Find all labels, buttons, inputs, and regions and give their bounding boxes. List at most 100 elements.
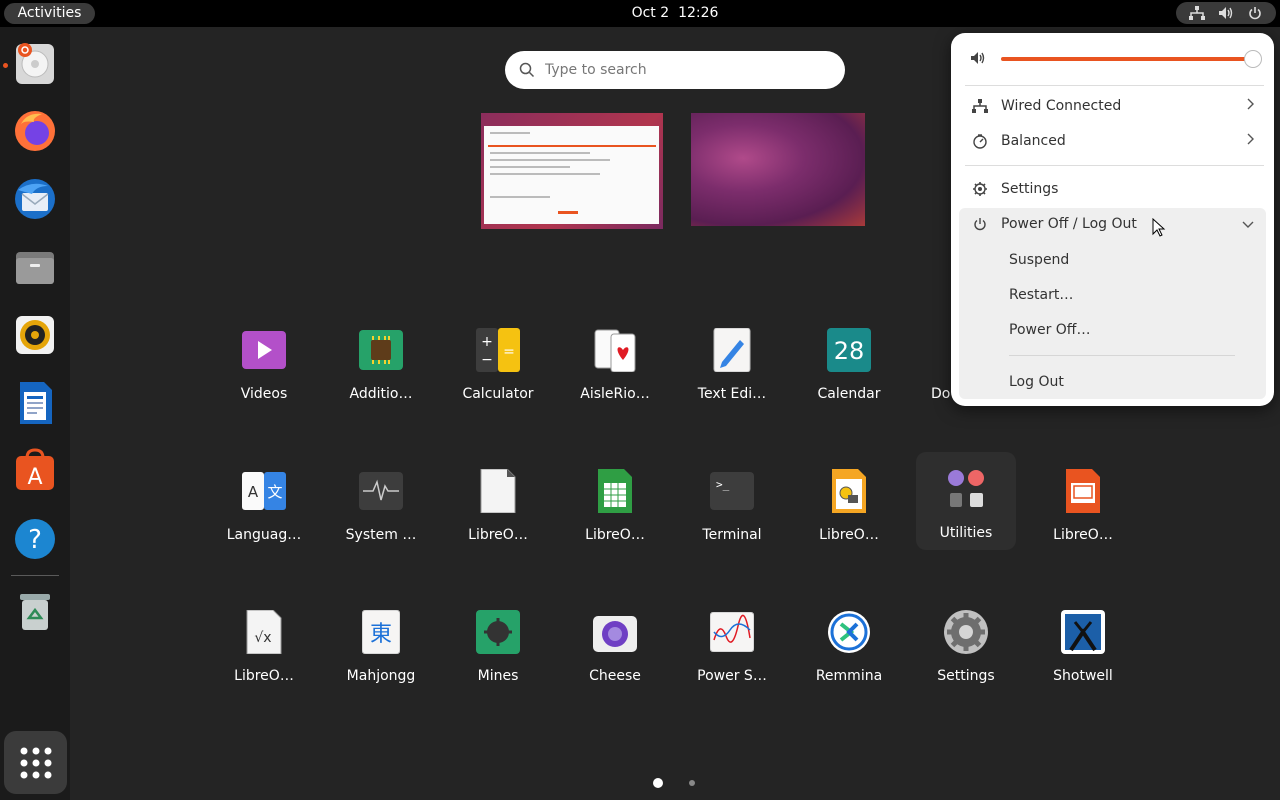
svg-text:=: = <box>503 344 515 360</box>
dock-trash[interactable] <box>9 585 61 637</box>
gear-icon <box>969 181 991 197</box>
app-label: Videos <box>240 386 288 402</box>
page-dot-2[interactable] <box>689 780 695 786</box>
app-videos[interactable]: Videos <box>214 316 314 412</box>
app-document-viewer[interactable]: Do <box>916 316 950 412</box>
divider <box>965 85 1264 86</box>
draw-icon <box>826 468 872 514</box>
shotwell-icon <box>1060 609 1106 655</box>
search-icon <box>519 62 535 78</box>
app-shotwell[interactable]: Shotwell <box>1033 598 1133 694</box>
app-remmina[interactable]: Remmina <box>799 598 899 694</box>
app-additional-drivers[interactable]: Additio… <box>331 316 431 412</box>
volume-icon <box>970 50 986 69</box>
power-statistics-icon <box>709 609 755 655</box>
running-indicator <box>3 63 8 68</box>
settings-item[interactable]: Settings <box>959 173 1266 205</box>
app-label: AisleRio… <box>580 386 650 402</box>
mouse-cursor-icon <box>1152 217 1166 242</box>
page-dot-1[interactable] <box>653 778 663 788</box>
app-language-support[interactable]: A文 Languag… <box>214 457 314 553</box>
app-label: System … <box>345 527 417 543</box>
rhythmbox-icon <box>16 316 54 354</box>
dock-ubuntu-software[interactable]: A <box>9 445 61 497</box>
workspace-thumbnail-1[interactable] <box>481 113 663 229</box>
app-label: Mines <box>477 668 519 684</box>
wired-connected-item[interactable]: Wired Connected <box>959 90 1266 122</box>
show-applications-button[interactable] <box>4 731 67 794</box>
app-calculator[interactable]: + − = Calculator <box>448 316 548 412</box>
restart-item[interactable]: Restart… <box>1009 280 1073 310</box>
calendar-icon: 28 <box>826 327 872 373</box>
settings-label: Settings <box>1001 181 1059 197</box>
thunderbird-icon <box>15 179 55 219</box>
app-text-editor[interactable]: Text Edi… <box>682 316 782 412</box>
search-input[interactable] <box>545 62 815 78</box>
volume-slider-handle[interactable] <box>1244 50 1262 68</box>
svg-text:文: 文 <box>267 483 282 501</box>
power-off-log-out-item[interactable]: Power Off / Log Out <box>959 208 1266 240</box>
power-mode-item[interactable]: Balanced <box>959 125 1266 157</box>
app-libreoffice-math[interactable]: √x LibreO… <box>214 598 314 694</box>
app-calendar[interactable]: 28 Calendar <box>799 316 899 412</box>
dock-libreoffice-writer[interactable] <box>9 377 61 429</box>
folder-utilities[interactable]: Utilities <box>916 452 1016 550</box>
app-libreoffice[interactable]: LibreO… <box>448 457 548 553</box>
dock-rhythmbox[interactable] <box>9 309 61 361</box>
app-mahjongg[interactable]: 東 Mahjongg <box>331 598 431 694</box>
app-terminal[interactable]: >_ Terminal <box>682 457 782 553</box>
app-label: Additio… <box>349 386 413 402</box>
cheese-icon <box>592 609 638 655</box>
writer-icon <box>20 382 52 424</box>
network-icon <box>1188 4 1206 22</box>
terminal-icon: >_ <box>709 468 755 514</box>
dock-ubuntu-installer[interactable] <box>9 37 61 89</box>
dock-firefox[interactable] <box>9 105 61 157</box>
clock[interactable]: Oct 2 12:26 <box>0 0 1280 26</box>
app-label: Terminal <box>702 527 762 543</box>
power-submenu: Power Off / Log Out Suspend Restart… Pow… <box>959 208 1266 399</box>
dock-separator <box>11 575 59 576</box>
trash-icon <box>20 594 50 630</box>
dock-files[interactable] <box>9 241 61 293</box>
power-off-log-out-label: Power Off / Log Out <box>1001 216 1137 232</box>
app-label: Do <box>931 386 950 402</box>
mahjongg-icon: 東 <box>358 609 404 655</box>
app-libreoffice-impress[interactable]: LibreO… <box>1033 457 1133 553</box>
app-label: LibreO… <box>819 527 879 543</box>
volume-slider[interactable] <box>1001 57 1253 61</box>
chip-icon <box>358 327 404 373</box>
calendar-day: 28 <box>834 337 865 365</box>
app-mines[interactable]: Mines <box>448 598 548 694</box>
search-box[interactable] <box>505 51 845 89</box>
app-label: Power S… <box>697 668 767 684</box>
app-label: Remmina <box>815 668 883 684</box>
app-libreoffice-calc[interactable]: LibreO… <box>565 457 665 553</box>
dock-help[interactable]: ? <box>9 513 61 565</box>
dock-thunderbird[interactable] <box>9 173 61 225</box>
clock-date: Oct 2 <box>631 5 670 21</box>
divider <box>1009 355 1235 356</box>
help-icon: ? <box>15 519 55 559</box>
libreoffice-icon <box>475 468 521 514</box>
volume-icon <box>1217 4 1235 22</box>
document-icon <box>946 327 950 373</box>
app-label: Shotwell <box>1053 668 1113 684</box>
svg-text:√x: √x <box>254 630 271 646</box>
app-label: Mahjongg <box>346 668 416 684</box>
system-tray[interactable] <box>1176 2 1276 24</box>
app-system-monitor[interactable]: System … <box>331 457 431 553</box>
power-off-item[interactable]: Power Off… <box>1009 315 1090 345</box>
suspend-item[interactable]: Suspend <box>1009 245 1069 275</box>
calculator-icon: + − = <box>475 327 521 373</box>
app-cheese[interactable]: Cheese <box>565 598 665 694</box>
app-aisleriot[interactable]: AisleRio… <box>565 316 665 412</box>
app-label: LibreO… <box>234 668 294 684</box>
app-power-statistics[interactable]: Power S… <box>682 598 782 694</box>
app-settings[interactable]: Settings <box>916 598 1016 694</box>
app-libreoffice-draw[interactable]: LibreO… <box>799 457 899 553</box>
chevron-right-icon <box>1246 98 1254 114</box>
log-out-item[interactable]: Log Out <box>1009 367 1064 397</box>
workspace-thumbnail-2[interactable] <box>691 113 865 226</box>
software-icon: A <box>16 448 54 490</box>
